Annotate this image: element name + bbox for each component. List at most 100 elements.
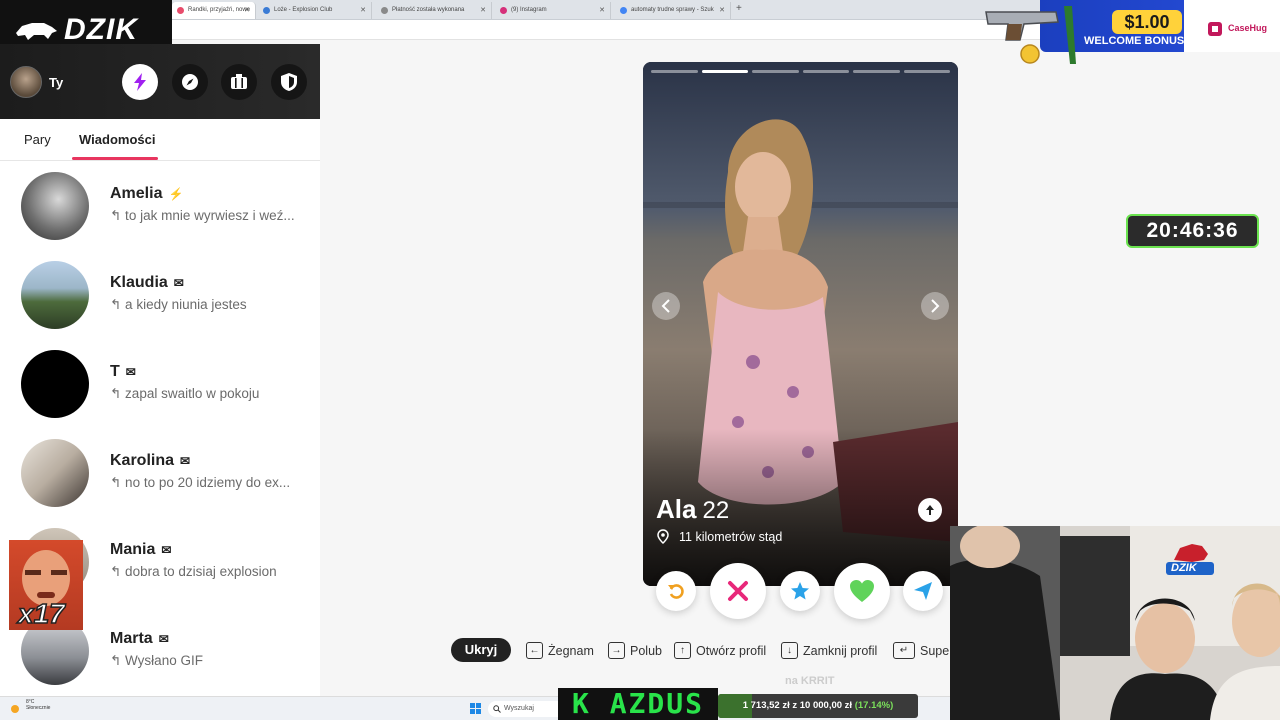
avatar: [21, 172, 89, 240]
contact-name: Klaudia ✉: [110, 274, 184, 291]
close-tab-icon[interactable]: ✕: [480, 6, 486, 14]
close-tab-icon[interactable]: ✕: [244, 6, 250, 14]
next-photo-button[interactable]: [921, 292, 949, 320]
browser-tab[interactable]: Płatność została wykonana ✕: [376, 2, 492, 19]
prev-photo-button[interactable]: [652, 292, 680, 320]
briefcase-icon: [231, 74, 247, 89]
close-tab-icon[interactable]: ✕: [360, 6, 366, 14]
explore-button[interactable]: [172, 64, 208, 100]
close-tab-icon[interactable]: ✕: [599, 6, 605, 14]
shortcut-open-profile: ↑ Otwórz profil: [674, 642, 766, 659]
weather-sun-icon: [11, 705, 19, 713]
photo-indicator-active: [701, 70, 748, 73]
favicon-icon: [381, 7, 388, 14]
last-message: ↰ no to po 20 idziemy do ex...: [110, 475, 291, 490]
donation-goal-bar: 1 713,52 zł z 10 000,00 zł (17.14%): [718, 694, 918, 718]
browser-tab[interactable]: (9) Instagram ✕: [495, 2, 611, 19]
last-message: ↰ zapal swaitlo w pokoju: [110, 386, 260, 401]
stream-timer: 20:46:36: [1126, 214, 1259, 248]
avatar: [21, 261, 89, 329]
shortcut-super-like: ↵ Supe: [893, 642, 949, 659]
favicon-icon: [263, 7, 270, 14]
message-badge-icon: ✉: [180, 454, 191, 468]
boost-button[interactable]: [903, 571, 943, 611]
down-key-icon: ↓: [781, 642, 798, 659]
browser-tab[interactable]: Randki, przyjaźń, nowe ✕: [172, 2, 256, 19]
app-header: Ty: [0, 44, 320, 119]
location-pin-icon: [657, 529, 669, 544]
message-badge-icon: ✉: [173, 276, 184, 290]
webcam-image: [950, 526, 1280, 720]
dzik-watermark: DZIK: [1164, 538, 1216, 578]
bonus-amount: $1.00: [1112, 10, 1182, 34]
last-message: ↰ to jak mnie wyrwiesz i weź...: [110, 208, 295, 223]
conversation-item[interactable]: T ✉ ↰ zapal swaitlo w pokoju: [0, 339, 320, 428]
right-key-icon: →: [608, 642, 625, 659]
conversation-item[interactable]: Karolina ✉ ↰ no to po 20 idziemy do ex...: [0, 428, 320, 517]
my-name[interactable]: Ty: [49, 75, 63, 90]
message-badge-icon: ✉: [161, 543, 172, 557]
photo-indicator: [802, 70, 849, 73]
close-tab-icon[interactable]: ✕: [719, 6, 725, 14]
profile-age: 22: [702, 497, 730, 524]
contact-name: T ✉: [110, 363, 136, 380]
krrit-text: na KRRIT: [785, 675, 835, 687]
chevron-left-icon: [661, 299, 670, 313]
avatar: [21, 439, 89, 507]
conversation-item[interactable]: Klaudia ✉ ↰ a kiedy niunia jestes: [0, 250, 320, 339]
screen: Randki, przyjaźń, nowe ✕ Loże - Explosion…: [0, 0, 1280, 720]
tab-messages[interactable]: Wiadomości: [79, 132, 155, 147]
matches-button[interactable]: [221, 64, 257, 100]
message-badge-icon: ✉: [158, 632, 169, 646]
nope-button[interactable]: [710, 563, 766, 619]
new-tab-button[interactable]: +: [736, 3, 742, 14]
like-icon: [850, 580, 874, 602]
photo-indicator: [853, 70, 900, 73]
pistol-icon: [985, 6, 1076, 64]
conversation-item[interactable]: Amelia ⚡ ↰ to jak mnie wyrwiesz i weź...: [0, 161, 320, 250]
profile-card[interactable]: Ala 22 11 kilometrów stąd: [643, 62, 958, 586]
rewind-button[interactable]: [656, 571, 696, 611]
super-like-button[interactable]: [780, 571, 820, 611]
google-favicon-icon: [620, 7, 627, 14]
browser-tab[interactable]: Loże - Explosion Club ✕: [258, 2, 372, 19]
meme-counter: x17: [17, 597, 65, 630]
last-message: ↰ a kiedy niunia jestes: [110, 297, 247, 312]
undo-icon: [668, 584, 684, 599]
instagram-favicon-icon: [500, 7, 507, 14]
contact-name: Marta ✉: [110, 630, 169, 647]
contact-name: Karolina ✉: [110, 452, 191, 469]
tab-pairs[interactable]: Pary: [24, 132, 51, 147]
boost-icon: [914, 582, 932, 600]
profile-name: Ala 22: [656, 494, 730, 524]
up-key-icon: ↑: [674, 642, 691, 659]
donation-amount: 1 713,52 zł z 10 000,00 zł: [742, 700, 853, 711]
photo-indicator: [752, 70, 799, 73]
stream-logo-text: DZIK: [64, 13, 138, 46]
open-profile-button[interactable]: [918, 498, 942, 522]
windows-start-icon[interactable]: [470, 703, 481, 714]
shortcut-nope: ← Żegnam: [526, 642, 594, 659]
like-button[interactable]: [834, 563, 890, 619]
browser-tab[interactable]: automaty trudne sprawy - Szuk ✕: [615, 2, 731, 19]
my-avatar[interactable]: [10, 66, 42, 98]
safety-button[interactable]: [271, 64, 307, 100]
shield-icon: [281, 73, 297, 91]
chat-tabs: Pary Wiadomości: [0, 119, 320, 161]
shortcut-close-profile: ↓ Zamknij profil: [781, 642, 877, 659]
lightning-button[interactable]: [122, 64, 158, 100]
shortcut-like: → Polub: [608, 642, 662, 659]
webcam-feed: DZIK: [950, 526, 1280, 720]
left-key-icon: ←: [526, 642, 543, 659]
hide-shortcuts-button[interactable]: Ukryj: [451, 638, 511, 662]
photo-progress: [651, 70, 950, 74]
profile-distance: 11 kilometrów stąd: [679, 530, 783, 544]
boar-icon: [16, 23, 57, 40]
enter-key-icon: ↵: [893, 642, 915, 659]
contact-name: Amelia ⚡: [110, 185, 184, 202]
avatar: [21, 350, 89, 418]
active-tab-indicator: [72, 157, 158, 160]
weather-widget[interactable]: 8°C Słonecznie: [26, 699, 50, 711]
lightning-badge-icon: ⚡: [168, 187, 184, 201]
shortcut-bar: Ukryj ← Żegnam → Polub ↑ Otwórz profil ↓ Zam…: [451, 638, 950, 664]
